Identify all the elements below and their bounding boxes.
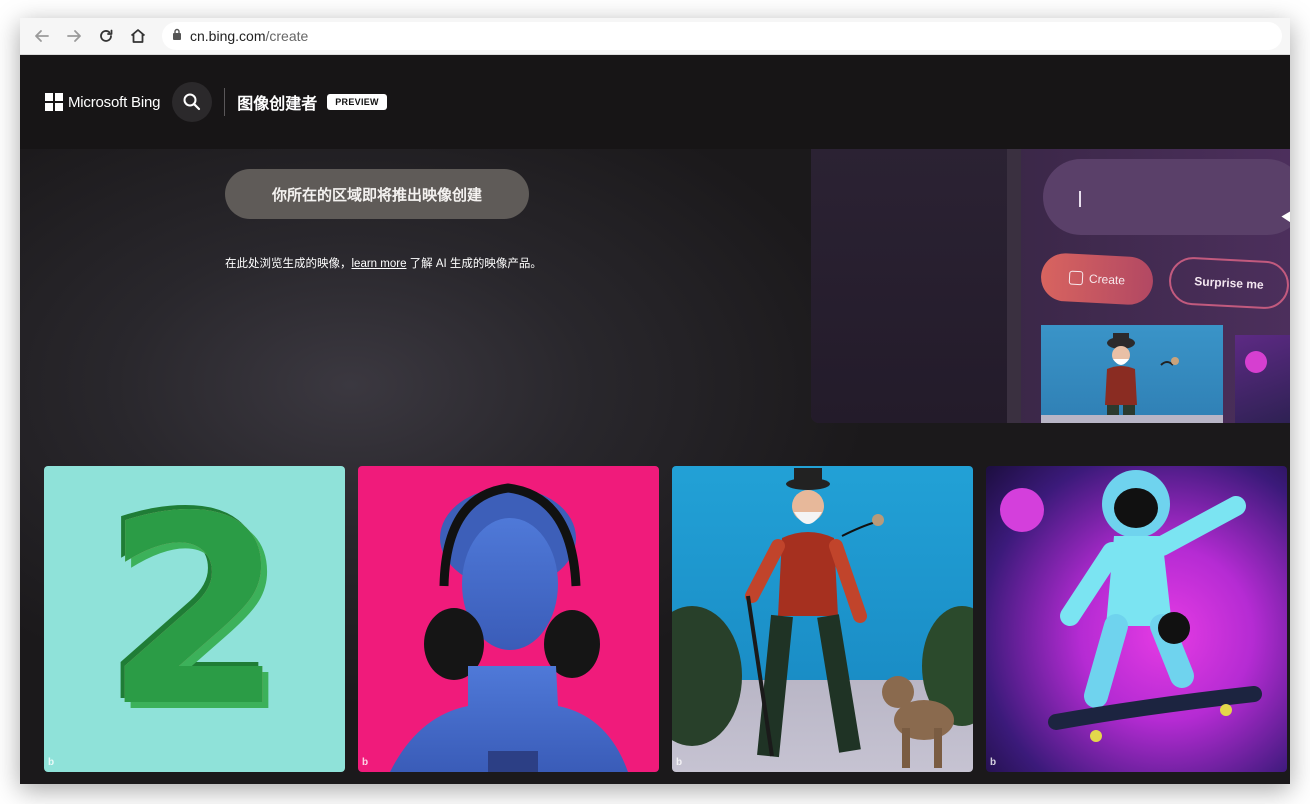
url-text: cn.bing.com/create [190,28,308,44]
preview-badge: PREVIEW [327,94,387,110]
lock-icon [172,27,182,45]
product-preview-image: Create Surprise me [811,149,1290,423]
windows-logo-icon [45,93,63,111]
url-host: cn.bing.com [190,28,266,44]
bing-watermark-icon: b [990,757,997,768]
page-title[interactable]: 图像创建者 [237,90,317,114]
brand-name: Microsoft Bing [68,93,161,111]
browser-window: cn.bing.com/create Microsoft Bing 图像创建者 … [20,18,1290,784]
reload-icon[interactable] [90,20,122,52]
preview-thumbnail-old-man [1041,325,1223,423]
home-icon[interactable] [122,20,154,52]
preview-create-label: Create [1088,271,1126,288]
old-man-walking-dog-image[interactable]: b [672,466,973,772]
region-coming-soon-button[interactable]: 你所在的区域即将推出映像创建 [225,169,529,219]
microsoft-bing-logo[interactable]: Microsoft Bing [45,93,160,111]
image-gallery: 2 b b b b [44,466,1290,772]
image-icon [1068,270,1084,286]
preview-sidebar [811,149,1007,423]
url-path: /create [265,28,309,44]
text-caret-icon [1079,191,1081,207]
browser-toolbar: cn.bing.com/create [20,18,1290,55]
forward-arrow-icon[interactable] [58,20,90,52]
search-icon [183,93,201,111]
info-prefix: 在此处浏览生成的映像， [225,258,352,270]
info-suffix: 了解 AI 生成的映像产品。 [406,258,542,270]
planet-icon [1245,351,1267,373]
back-arrow-icon[interactable] [26,20,58,52]
preview-thumbnail-space [1235,335,1290,423]
bing-watermark-icon: b [676,757,683,768]
number-two-graphic: 2 [104,466,285,764]
info-text: 在此处浏览生成的映像，learn more 了解 AI 生成的映像产品。 [225,255,542,271]
preview-surprise-button: Surprise me [1167,255,1290,311]
bing-watermark-icon: b [48,757,55,768]
astronaut-skateboard-image[interactable]: b [986,466,1287,772]
search-button[interactable] [172,82,213,122]
address-bar[interactable]: cn.bing.com/create [162,22,1282,50]
header-divider [224,88,226,116]
site-header: Microsoft Bing 图像创建者 PREVIEW [20,55,1290,149]
statue-with-headphones-image[interactable]: b [358,466,659,772]
preview-create-button: Create [1039,252,1155,306]
preview-divider [1007,149,1021,423]
page-content: Microsoft Bing 图像创建者 PREVIEW 你所在的区域即将推出映… [20,55,1290,784]
learn-more-link[interactable]: learn more [352,258,407,270]
bing-watermark-icon: b [362,757,369,768]
green-number-two-image[interactable]: 2 b [44,466,345,772]
